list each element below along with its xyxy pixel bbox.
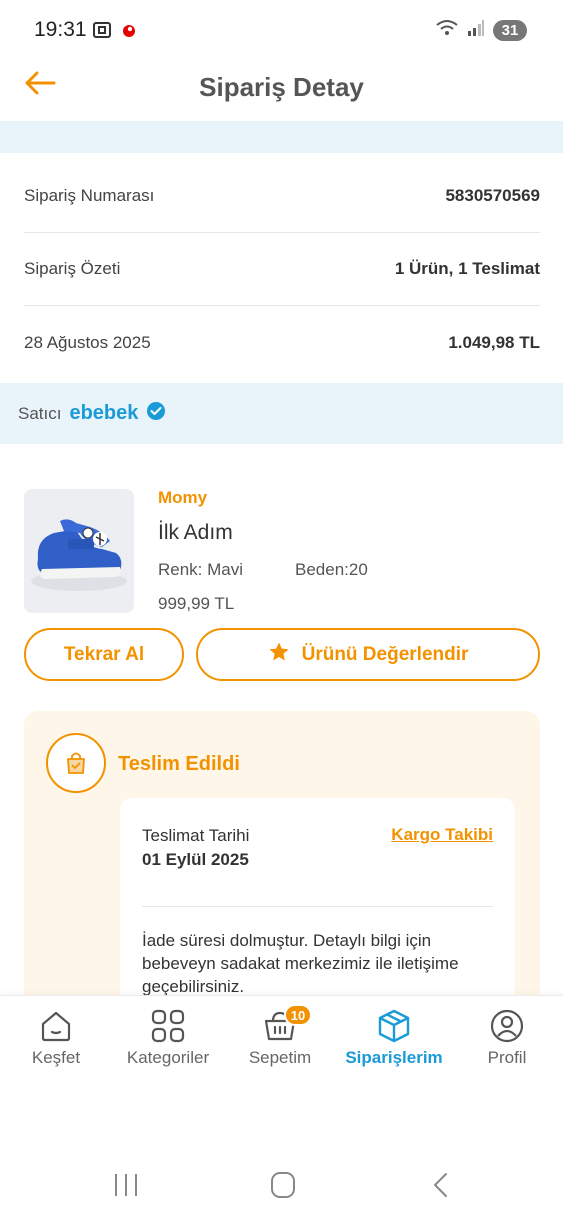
- nav-label: Profil: [487, 1048, 527, 1067]
- seller-name[interactable]: ebebek: [69, 402, 138, 425]
- home-icon: [38, 1008, 74, 1044]
- order-date-label: 28 Ağustos 2025: [24, 332, 151, 352]
- order-total-value: 1.049,98 TL: [448, 332, 540, 352]
- header-divider-strip: [0, 121, 563, 153]
- product-name[interactable]: İlk Adım: [158, 521, 233, 545]
- status-time: 19:31: [34, 18, 87, 41]
- order-date-row: 28 Ağustos 2025 1.049,98 TL: [24, 306, 540, 379]
- product-price: 999,99 TL: [158, 594, 235, 613]
- product-brand: Momy: [158, 488, 208, 507]
- vodafone-icon: [122, 21, 136, 44]
- reorder-button[interactable]: Tekrar Al: [24, 628, 184, 681]
- star-icon: [268, 641, 290, 669]
- order-number-label: Sipariş Numarası: [24, 186, 155, 205]
- nav-item-profile[interactable]: Profil: [451, 996, 563, 1086]
- system-navigation: [0, 1160, 563, 1210]
- product-color: Renk: Mavi: [158, 560, 244, 579]
- order-overview-row: Sipariş Özeti 1 Ürün, 1 Teslimat: [24, 233, 540, 306]
- cart-count-badge: 10: [284, 1004, 312, 1026]
- home-button[interactable]: [263, 1170, 303, 1200]
- reorder-label: Tekrar Al: [63, 643, 145, 665]
- screenshot-icon: [92, 20, 112, 45]
- nav-item-categories[interactable]: Kategoriler: [112, 996, 224, 1086]
- order-overview-label: Sipariş Özeti: [24, 259, 121, 278]
- delivery-date: 01 Eylül 2025: [142, 850, 249, 869]
- product-size: Beden:20: [295, 560, 368, 579]
- chevron-left-icon: [434, 1173, 447, 1197]
- review-label: Ürünü Değerlendir: [301, 643, 469, 665]
- nav-label: Sepetim: [248, 1048, 312, 1067]
- battery-indicator: 31: [493, 20, 527, 41]
- review-product-button[interactable]: Ürünü Değerlendir: [196, 628, 540, 681]
- seller-bar: Satıcı ebebek: [0, 383, 563, 444]
- verified-badge-icon: [146, 401, 166, 426]
- order-overview-value: 1 Ürün, 1 Teslimat: [394, 259, 540, 278]
- shopping-bag-icon: [46, 733, 106, 793]
- seller-label: Satıcı: [18, 403, 62, 423]
- return-note: İade süresi dolmuştur. Detaylı bilgi içi…: [142, 931, 459, 996]
- basket-icon: 10: [262, 1004, 312, 1044]
- order-number-value: 5830570569: [445, 186, 540, 205]
- nav-label: Kategoriler: [126, 1048, 210, 1067]
- delivery-date-label: Teslimat Tarihi: [142, 826, 250, 845]
- status-bar: 19:31 31: [0, 0, 563, 60]
- page-title: Sipariş Detay: [199, 72, 364, 102]
- system-back-button[interactable]: [422, 1170, 462, 1200]
- bottom-navigation: Keşfet Kategoriler 10 Sepetim Siparişler…: [0, 995, 563, 1105]
- recent-apps-button[interactable]: [106, 1170, 146, 1200]
- cargo-tracking-link[interactable]: Kargo Takibi: [391, 825, 493, 845]
- nav-label: Siparişlerim: [345, 1048, 443, 1067]
- shoe-image: [31, 519, 127, 591]
- order-summary: Sipariş Numarası 5830570569 Sipariş Özet…: [24, 160, 540, 379]
- delivery-card: Teslim Edildi Teslimat Tarihi 01 Eylül 2…: [24, 711, 540, 1038]
- box-icon: [376, 1008, 412, 1044]
- nav-item-cart[interactable]: 10 Sepetim: [224, 996, 336, 1086]
- home-circle-icon: [271, 1172, 295, 1198]
- delivery-status: Teslim Edildi: [118, 753, 240, 775]
- nav-label: Keşfet: [31, 1048, 81, 1067]
- wifi-icon: [435, 19, 459, 42]
- product-item[interactable]: Momy İlk Adım Renk: Mavi Beden:20 999,99…: [24, 488, 540, 614]
- divider: [142, 906, 493, 907]
- recent-apps-icon: [115, 1174, 137, 1196]
- grid-icon: [150, 1008, 186, 1044]
- order-number-row: Sipariş Numarası 5830570569: [24, 160, 540, 233]
- signal-icon: [467, 19, 485, 42]
- nav-item-orders[interactable]: Siparişlerim: [338, 996, 450, 1086]
- user-icon: [489, 1008, 525, 1044]
- product-image[interactable]: [24, 489, 134, 613]
- nav-item-explore[interactable]: Keşfet: [0, 996, 112, 1086]
- header: Sipariş Detay: [0, 60, 563, 120]
